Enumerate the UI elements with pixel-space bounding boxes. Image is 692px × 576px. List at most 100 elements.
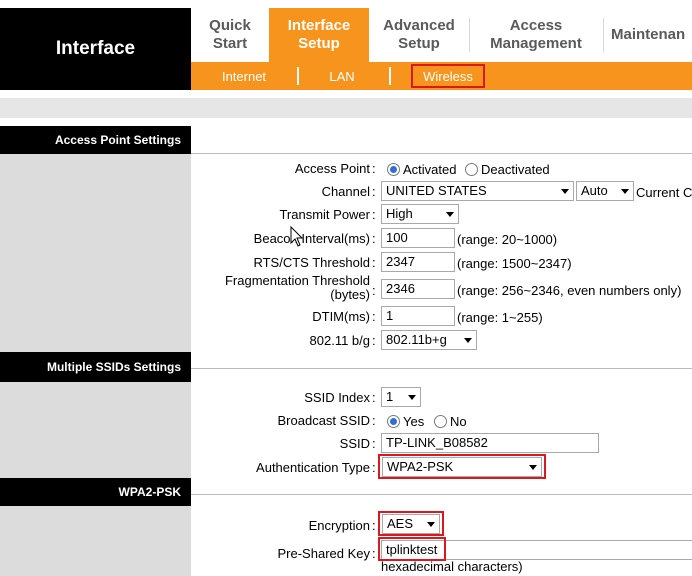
dtim-hint: (range: 1~255) (457, 310, 543, 325)
rts-threshold-label: RTS/CTS Threshold (253, 255, 370, 270)
pre-shared-key-label: Pre-Shared Key (277, 546, 371, 561)
chevron-down-icon (427, 522, 435, 527)
subtab-divider (297, 67, 299, 85)
colon: : (372, 413, 376, 428)
rts-threshold-hint: (range: 1500~2347) (457, 256, 572, 271)
ssid-index-value: 1 (386, 389, 394, 404)
colon: : (372, 231, 376, 246)
access-point-deactivated-radio[interactable] (465, 163, 478, 176)
colon: : (372, 436, 376, 451)
beacon-interval-input[interactable]: 100 (381, 228, 455, 248)
tab-advanced-setup-line1: Advanced (383, 17, 455, 34)
fragmentation-threshold-input[interactable]: 2346 (381, 279, 455, 299)
tab-interface-setup-line1: Interface (287, 17, 351, 34)
channel-region-value: UNITED STATES (386, 183, 487, 198)
rts-threshold-input[interactable]: 2347 (381, 252, 455, 272)
colon: : (372, 546, 376, 561)
broadcast-no-label: No (450, 414, 467, 429)
deactivated-label: Deactivated (481, 162, 550, 177)
tab-quick-start[interactable]: Quick Start (191, 8, 269, 62)
section-divider (191, 368, 692, 369)
broadcast-ssid-yes-radio[interactable] (387, 415, 400, 428)
colon: : (372, 333, 376, 348)
tab-divider (603, 18, 604, 52)
left-panel-gray (0, 506, 191, 576)
broadcast-yes-label: Yes (403, 414, 425, 429)
channel-region-select[interactable]: UNITED STATES (381, 181, 574, 201)
colon: : (372, 283, 376, 298)
transmit-power-value: High (386, 206, 413, 221)
section-divider (191, 153, 692, 154)
subtab-lan[interactable]: LAN (319, 66, 365, 86)
mouse-cursor-icon (290, 225, 304, 251)
chevron-down-icon (408, 395, 416, 400)
dtim-label: DTIM(ms) (312, 309, 370, 324)
tab-quick-start-line1: Quick (209, 17, 251, 34)
sub-nav: Internet LAN Wireless (191, 62, 692, 90)
tab-interface-setup-line2: Setup (298, 35, 340, 52)
transmit-power-label: Transmit Power (279, 207, 370, 222)
left-panel-gray (0, 154, 191, 352)
header-gap (0, 118, 692, 126)
section-access-point-settings: Access Point Settings (0, 126, 191, 154)
colon: : (372, 518, 376, 533)
highlight-box (378, 537, 446, 561)
brand-title: Interface (0, 8, 191, 90)
tab-maintenance[interactable]: Maintenan (611, 8, 692, 62)
colon: : (372, 207, 376, 222)
colon: : (372, 184, 376, 199)
activated-label: Activated (403, 162, 457, 177)
fragmentation-label-line2: (bytes) (330, 287, 370, 302)
broadcast-ssid-label: Broadcast SSID (277, 413, 371, 428)
chevron-down-icon (464, 338, 472, 343)
tab-access-management-line1: Access (509, 17, 563, 34)
channel-select[interactable]: Auto (576, 181, 634, 201)
beacon-interval-label: Beacon Interval(ms) (253, 231, 370, 246)
fragmentation-threshold-hint: (range: 256~2346, even numbers only) (457, 283, 682, 298)
chevron-down-icon (446, 212, 454, 217)
tab-interface-setup[interactable]: Interface Setup (269, 8, 369, 62)
broadcast-ssid-no-radio[interactable] (434, 415, 447, 428)
subtab-divider (389, 67, 391, 85)
tab-advanced-setup[interactable]: Advanced Setup (369, 8, 469, 62)
ssid-index-label: SSID Index (304, 390, 370, 405)
subtab-wireless[interactable]: Wireless (411, 64, 485, 88)
section-multiple-ssids: Multiple SSIDs Settings (0, 352, 191, 382)
fragmentation-label-line1: Fragmentation Threshold (224, 273, 370, 288)
wireless-mode-value: 802.11b+g (386, 332, 447, 347)
subtab-internet[interactable]: Internet (215, 66, 273, 86)
fragmentation-threshold-label: Fragmentation Threshold (bytes) (200, 274, 370, 302)
chevron-down-icon (621, 189, 629, 194)
pre-shared-key-hint: hexadecimal characters) (381, 559, 523, 574)
top-nav: Quick Start Interface Setup Advanced Set… (191, 8, 692, 62)
encryption-value: AES (387, 516, 414, 531)
authentication-type-label: Authentication Type (256, 460, 370, 475)
current-channel-text: Current C (636, 185, 692, 200)
ssid-label: SSID (339, 436, 370, 451)
colon: : (372, 390, 376, 405)
tab-access-management[interactable]: Access Management (469, 8, 603, 62)
tab-access-management-line2: Management (490, 35, 582, 52)
colon: : (372, 161, 376, 176)
header-gray-band (0, 98, 692, 118)
chevron-down-icon (529, 465, 537, 470)
wireless-mode-label: 802.11 b/g (309, 333, 370, 348)
encryption-select[interactable]: AES (382, 514, 440, 534)
channel-value: Auto (581, 183, 608, 198)
ssid-index-select[interactable]: 1 (381, 387, 421, 407)
encryption-label: Encryption (308, 518, 370, 533)
colon: : (372, 255, 376, 270)
authentication-type-value: WPA2-PSK (387, 459, 454, 474)
transmit-power-select[interactable]: High (381, 204, 459, 224)
section-wpa2-psk: WPA2-PSK (0, 478, 191, 506)
section-divider (191, 494, 692, 495)
colon: : (372, 460, 376, 475)
access-point-label: Access Point (294, 161, 370, 176)
left-panel-gray (0, 382, 191, 478)
access-point-activated-radio[interactable] (387, 163, 400, 176)
authentication-type-select[interactable]: WPA2-PSK (382, 457, 542, 477)
dtim-input[interactable]: 1 (381, 306, 455, 326)
ssid-input[interactable]: TP-LINK_B08582 (381, 433, 599, 453)
colon: : (372, 309, 376, 324)
wireless-mode-select[interactable]: 802.11b+g (381, 330, 477, 350)
